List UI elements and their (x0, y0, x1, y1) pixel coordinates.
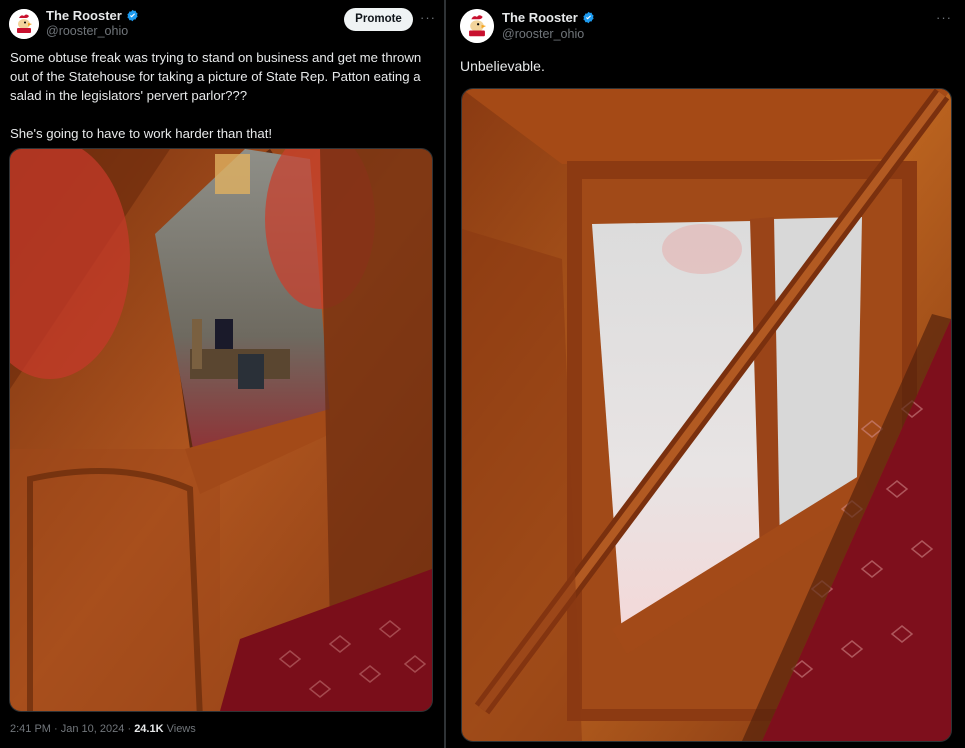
tweet-detail-left: The Rooster @rooster_ohio Promote ··· So… (0, 0, 444, 748)
tweet-text: Unbelievable. (460, 58, 545, 74)
author-name[interactable]: The Rooster (502, 10, 578, 25)
tweet-photo[interactable] (9, 148, 433, 712)
tweet-meta: 2:41 PM · Jan 10, 2024 · 24.1K Views (10, 723, 196, 735)
tweet-photo[interactable] (461, 88, 952, 742)
tweet-detail-right: The Rooster @rooster_ohio ··· Unbelievab… (446, 0, 965, 748)
tweet-text: Some obtuse freak was trying to stand on… (10, 48, 434, 143)
author-handle[interactable]: @rooster_ohio (46, 24, 128, 38)
promote-button[interactable]: Promote (344, 8, 413, 31)
views-count: 24.1K (134, 723, 164, 735)
verified-badge-icon (582, 11, 595, 24)
more-options-icon[interactable]: ··· (936, 10, 952, 25)
tweet-text-line: Some obtuse freak was trying to stand on… (10, 50, 422, 103)
tweet-text-line: She's going to have to work harder than … (10, 126, 273, 141)
verified-badge-icon (126, 9, 139, 22)
rooster-logo-icon (460, 9, 494, 43)
rooster-logo-icon (9, 9, 39, 39)
tweet-date[interactable]: Jan 10, 2024 (61, 723, 125, 735)
author-name[interactable]: The Rooster (46, 8, 122, 23)
meta-separator: · (54, 723, 58, 735)
photo-door-window-image (462, 89, 951, 741)
more-options-icon[interactable]: ··· (420, 10, 436, 25)
author-avatar[interactable] (9, 9, 39, 39)
author-handle[interactable]: @rooster_ohio (502, 27, 584, 41)
author-avatar[interactable] (460, 9, 494, 43)
meta-separator: · (127, 723, 132, 735)
tweet-time[interactable]: 2:41 PM (10, 723, 51, 735)
photo-door-window-image (10, 149, 432, 711)
views-label: Views (166, 723, 196, 735)
